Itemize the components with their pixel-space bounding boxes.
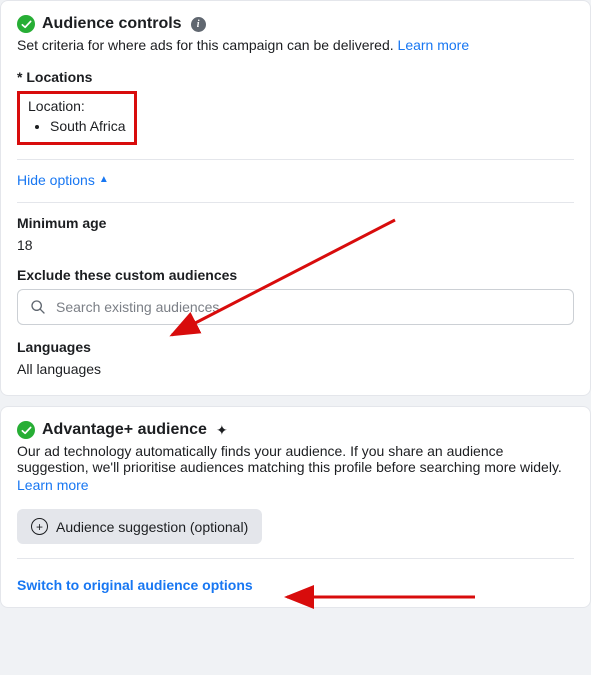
- location-item: South Africa: [50, 118, 126, 134]
- languages-value: All languages: [17, 361, 574, 377]
- subtext-text: Set criteria for where ads for this camp…: [17, 37, 398, 53]
- advantage-learn-more-link[interactable]: Learn more: [17, 477, 89, 493]
- advantage-title: Advantage+ audience: [42, 421, 207, 439]
- languages-label: Languages: [17, 339, 574, 355]
- divider: [17, 202, 574, 203]
- panel-header: Audience controls i: [17, 15, 574, 33]
- check-circle-icon: [17, 15, 35, 33]
- check-circle-icon: [17, 421, 35, 439]
- location-list: South Africa: [28, 118, 126, 134]
- min-age-label: Minimum age: [17, 215, 574, 231]
- advantage-audience-panel: Advantage+ audience ✦ Our ad technology …: [0, 406, 591, 608]
- hide-options-toggle[interactable]: Hide options ▲: [17, 172, 109, 188]
- exclude-label: Exclude these custom audiences: [17, 267, 574, 283]
- audience-controls-panel: Audience controls i Set criteria for whe…: [0, 0, 591, 396]
- advantage-desc: Our ad technology automatically finds yo…: [17, 443, 574, 475]
- exclude-audiences-field: Exclude these custom audiences: [17, 267, 574, 325]
- locations-label: * Locations: [17, 69, 574, 85]
- audience-suggestion-button[interactable]: + Audience suggestion (optional): [17, 509, 262, 544]
- sparkle-icon: ✦: [216, 422, 228, 439]
- hide-options-label: Hide options: [17, 172, 95, 188]
- min-age-field: Minimum age 18: [17, 215, 574, 253]
- info-icon[interactable]: i: [191, 17, 206, 32]
- audience-controls-title: Audience controls: [42, 15, 182, 33]
- divider: [17, 159, 574, 160]
- search-audiences-input[interactable]: [56, 299, 561, 315]
- suggestion-label: Audience suggestion (optional): [56, 519, 248, 535]
- advantage-desc-text: Our ad technology automatically finds yo…: [17, 443, 562, 475]
- search-audiences-box[interactable]: [17, 289, 574, 325]
- languages-field: Languages All languages: [17, 339, 574, 377]
- switch-audience-link[interactable]: Switch to original audience options: [17, 571, 253, 603]
- learn-more-link[interactable]: Learn more: [398, 37, 470, 53]
- panel-header: Advantage+ audience ✦: [17, 421, 574, 439]
- min-age-value: 18: [17, 237, 574, 253]
- location-highlight-box: Location: South Africa: [17, 91, 137, 145]
- locations-field: * Locations Location: South Africa Hide …: [17, 69, 574, 188]
- location-title: Location:: [28, 98, 126, 114]
- divider: [17, 558, 574, 559]
- caret-up-icon: ▲: [99, 175, 109, 185]
- plus-circle-icon: +: [31, 518, 48, 535]
- audience-controls-subtext: Set criteria for where ads for this camp…: [17, 37, 574, 53]
- search-icon: [30, 299, 46, 315]
